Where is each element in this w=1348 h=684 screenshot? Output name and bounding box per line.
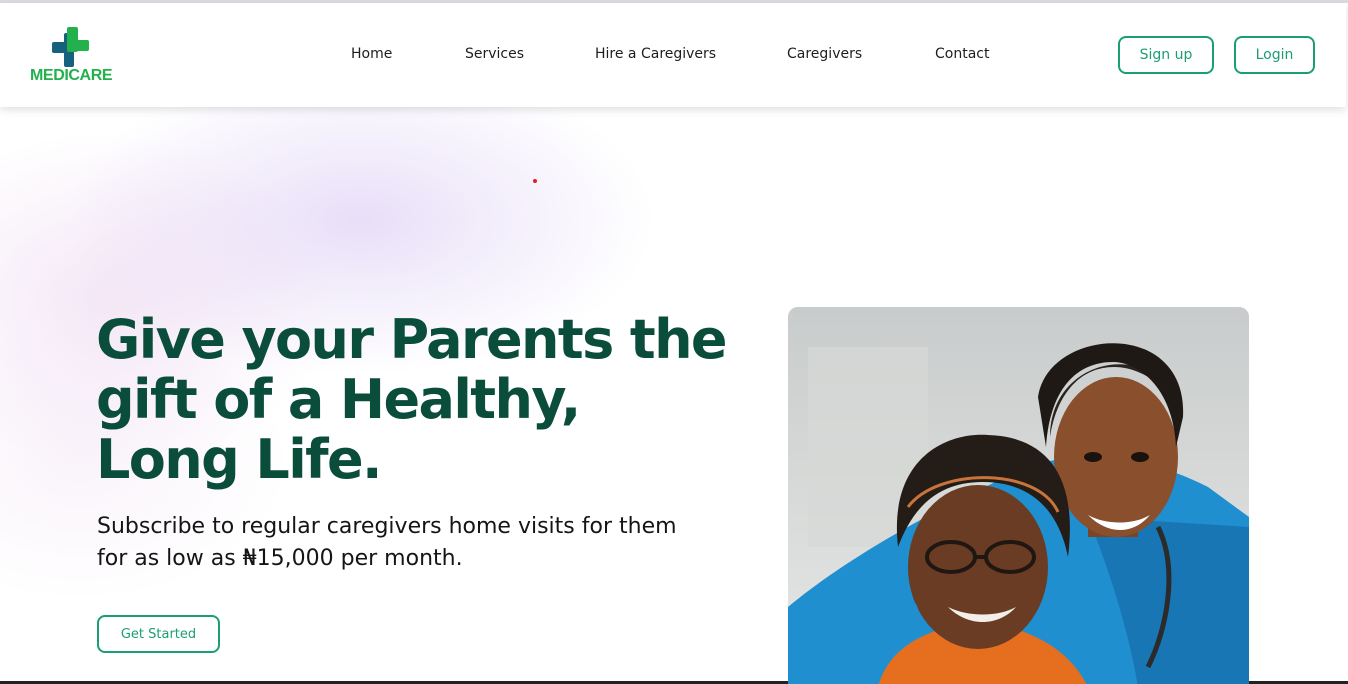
hero-title-line-2: gift of a Healthy, xyxy=(96,368,581,431)
nav-services[interactable]: Services xyxy=(465,46,524,62)
medical-cross-icon xyxy=(52,27,89,67)
hero-title: Give your Parents the gift of a Healthy,… xyxy=(96,310,756,490)
hero-subtitle-line-2: for as low as ₦15,000 per month. xyxy=(97,546,463,571)
caregiver-photo-icon xyxy=(788,307,1249,684)
get-started-button[interactable]: Get Started xyxy=(97,615,220,653)
logo-text: MEDICARE xyxy=(30,67,113,84)
nav-home[interactable]: Home xyxy=(351,46,392,62)
hero-title-line-1: Give your Parents the xyxy=(96,308,728,371)
hero-title-line-3: Long Life. xyxy=(96,428,383,491)
logo[interactable]: MEDICARE xyxy=(30,27,114,87)
page: MEDICARE Home Services Hire a Caregivers… xyxy=(0,0,1348,684)
signup-button[interactable]: Sign up xyxy=(1118,36,1214,74)
navbar: MEDICARE Home Services Hire a Caregivers… xyxy=(0,3,1346,107)
nav-hire-caregivers[interactable]: Hire a Caregivers xyxy=(595,46,716,62)
nav-caregivers[interactable]: Caregivers xyxy=(787,46,862,62)
login-button[interactable]: Login xyxy=(1234,36,1315,74)
nav-contact[interactable]: Contact xyxy=(935,46,989,62)
hero-subtitle: Subscribe to regular caregivers home vis… xyxy=(97,511,757,575)
hero-image xyxy=(788,307,1249,684)
cursor-dot xyxy=(533,179,537,183)
hero-subtitle-line-1: Subscribe to regular caregivers home vis… xyxy=(97,514,677,539)
